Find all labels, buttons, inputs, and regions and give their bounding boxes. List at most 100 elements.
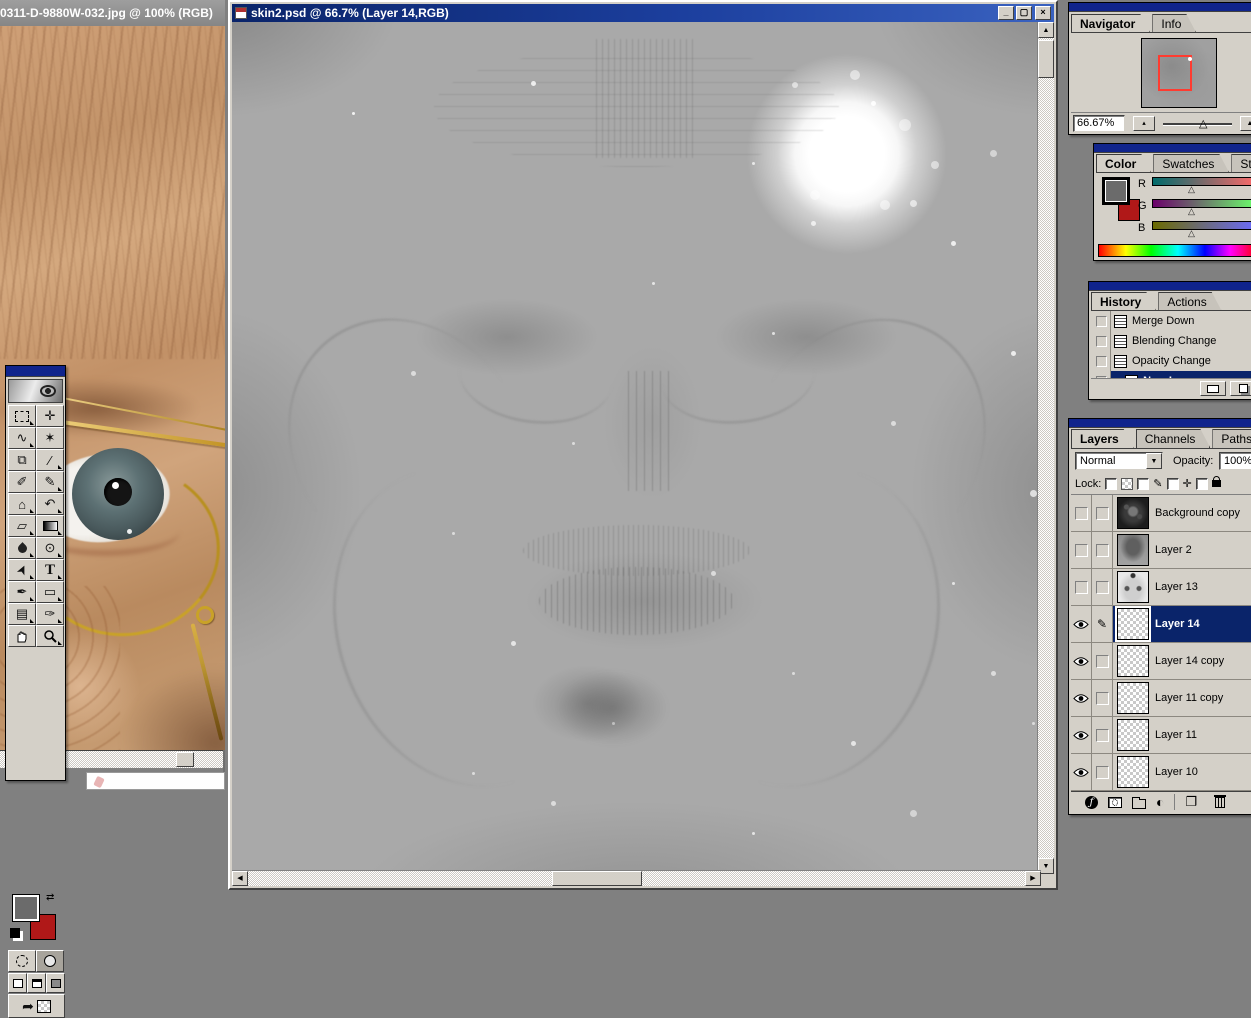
lock-image-checkbox[interactable] — [1137, 478, 1149, 490]
eye-icon[interactable] — [1073, 730, 1089, 741]
lock-position-checkbox[interactable] — [1167, 478, 1179, 490]
adjustment-layer-button[interactable]: ◐ — [1156, 795, 1164, 809]
quick-mask-mode-button[interactable] — [36, 950, 64, 972]
layer-visibility-well[interactable] — [1071, 606, 1092, 642]
layer-row[interactable]: Layer 11 copy — [1071, 680, 1251, 717]
layer-visibility-well[interactable] — [1071, 643, 1092, 679]
document-canvas[interactable] — [232, 22, 1041, 874]
crop-tool-button[interactable]: ⧉ — [8, 449, 36, 471]
layer-row[interactable]: Layer 14 copy — [1071, 643, 1251, 680]
tab-navigator[interactable]: Navigator — [1071, 14, 1150, 33]
rectangular-marquee-tool-button[interactable] — [8, 405, 36, 427]
layer-row[interactable]: Layer 2 — [1071, 532, 1251, 569]
tab-swatches[interactable]: Swatches — [1153, 154, 1229, 173]
opacity-field[interactable]: 100% — [1219, 452, 1251, 470]
color-titlebar[interactable] — [1094, 144, 1251, 153]
vscroll-up-button[interactable]: ▲ — [1038, 22, 1054, 38]
hscroll-right-button[interactable]: ▶ — [1025, 871, 1041, 886]
layer-thumbnail[interactable] — [1117, 756, 1149, 788]
lock-all-checkbox[interactable] — [1196, 478, 1208, 490]
new-snapshot-button[interactable] — [1230, 381, 1251, 396]
layer-link-well[interactable] — [1092, 754, 1113, 790]
layer-row-selected[interactable]: ✎ Layer 14 — [1071, 606, 1251, 643]
navigator-view-box[interactable] — [1158, 55, 1192, 91]
tab-layers[interactable]: Layers — [1071, 429, 1134, 448]
new-layer-set-button[interactable] — [1132, 799, 1146, 809]
navigator-thumbnail[interactable] — [1141, 38, 1217, 108]
layer-thumbnail[interactable] — [1117, 719, 1149, 751]
history-source-well[interactable] — [1093, 331, 1111, 351]
airbrush-tool-button[interactable]: ✐ — [8, 471, 36, 493]
main-window-titlebar[interactable]: skin2.psd @ 66.7% (Layer 14,RGB) _ ▢ × — [232, 4, 1054, 22]
history-titlebar[interactable] — [1089, 282, 1251, 291]
blend-mode-dropdown-icon[interactable]: ▼ — [1146, 453, 1162, 469]
standard-mode-button[interactable] — [8, 950, 36, 972]
tab-info[interactable]: Info — [1152, 14, 1196, 33]
layer-thumbnail[interactable] — [1117, 497, 1149, 529]
layer-link-well[interactable]: ✎ — [1092, 606, 1113, 642]
hscroll-thumb[interactable] — [552, 871, 642, 886]
history-brush-tool-button[interactable]: ↶ — [36, 493, 64, 515]
hand-tool-button[interactable] — [8, 625, 36, 647]
type-tool-button[interactable]: T — [36, 559, 64, 581]
vscroll-thumb[interactable] — [1038, 40, 1054, 78]
pen-tool-button[interactable]: ✒ — [8, 581, 36, 603]
layer-style-button[interactable]: ƒ — [1085, 796, 1098, 809]
navigator-zoom-in-button[interactable]: ▲ — [1240, 116, 1251, 131]
layer-visibility-well[interactable] — [1071, 569, 1092, 605]
history-item[interactable]: Opacity Change — [1093, 351, 1251, 371]
foreground-color-swatch[interactable] — [12, 894, 40, 922]
layer-row[interactable]: Layer 10 — [1071, 754, 1251, 791]
layer-link-well[interactable] — [1092, 569, 1113, 605]
history-source-well[interactable] — [1093, 311, 1111, 331]
tab-paths[interactable]: Paths — [1212, 429, 1251, 448]
blue-slider-thumb[interactable]: △ — [1188, 229, 1195, 238]
red-slider-thumb[interactable]: △ — [1188, 185, 1195, 194]
navigator-titlebar[interactable] — [1069, 3, 1251, 12]
add-layer-mask-button[interactable] — [1108, 797, 1122, 808]
gradient-tool-button[interactable] — [36, 515, 64, 537]
photoshop-logo[interactable] — [8, 379, 63, 403]
navigator-zoom-field[interactable]: 66.67% — [1073, 115, 1125, 132]
layer-visibility-well[interactable] — [1071, 754, 1092, 790]
fullscreen-menubar-button[interactable] — [27, 973, 46, 993]
standard-screen-button[interactable] — [8, 973, 27, 993]
layer-visibility-well[interactable] — [1071, 680, 1092, 716]
clone-stamp-tool-button[interactable]: ⌂ — [8, 493, 36, 515]
eye-icon[interactable] — [1073, 767, 1089, 778]
layer-visibility-well[interactable] — [1071, 532, 1092, 568]
close-button[interactable]: × — [1035, 6, 1051, 20]
layer-link-well[interactable] — [1092, 643, 1113, 679]
rectangle-shape-tool-button[interactable]: ▭ — [36, 581, 64, 603]
layer-link-well[interactable] — [1092, 495, 1113, 531]
main-vscrollbar[interactable]: ▲ ▼ — [1037, 22, 1054, 874]
layer-thumbnail[interactable] — [1117, 571, 1149, 603]
tab-color[interactable]: Color — [1096, 154, 1151, 173]
layer-visibility-well[interactable] — [1071, 717, 1092, 753]
notes-tool-button[interactable]: ▤ — [8, 603, 36, 625]
default-colors-icon[interactable] — [10, 928, 20, 938]
history-item[interactable]: Blending Change — [1093, 331, 1251, 351]
dodge-tool-button[interactable]: ⊙ — [36, 537, 64, 559]
paintbrush-tool-button[interactable]: ✎ — [36, 471, 64, 493]
eye-icon[interactable] — [1073, 619, 1089, 630]
delete-layer-button[interactable] — [1215, 797, 1225, 808]
navigator-slider-track[interactable] — [1163, 123, 1232, 125]
lasso-tool-button[interactable]: ∿ — [8, 427, 36, 449]
new-layer-button[interactable]: ❐ — [1185, 794, 1197, 810]
magic-wand-tool-button[interactable]: ✶ — [36, 427, 64, 449]
blend-mode-select[interactable]: Normal ▼ — [1075, 452, 1163, 470]
layer-link-well[interactable] — [1092, 717, 1113, 753]
left-window-titlebar[interactable]: 0311-D-9880W-032.jpg @ 100% (RGB) — [0, 0, 225, 26]
eraser-tool-button[interactable]: ▱ — [8, 515, 36, 537]
navigator-zoom-out-button[interactable]: ▴ — [1133, 116, 1155, 131]
layer-thumbnail[interactable] — [1117, 608, 1149, 640]
red-channel-slider[interactable] — [1152, 177, 1251, 186]
path-select-tool-button[interactable]: ➤ — [8, 559, 36, 581]
left-hscroll-thumb[interactable] — [176, 752, 194, 767]
maximize-button[interactable]: ▢ — [1016, 6, 1032, 20]
layer-link-well[interactable] — [1092, 532, 1113, 568]
layer-thumbnail[interactable] — [1117, 645, 1149, 677]
color-spectrum-ramp[interactable] — [1098, 244, 1251, 257]
layer-thumbnail[interactable] — [1117, 682, 1149, 714]
